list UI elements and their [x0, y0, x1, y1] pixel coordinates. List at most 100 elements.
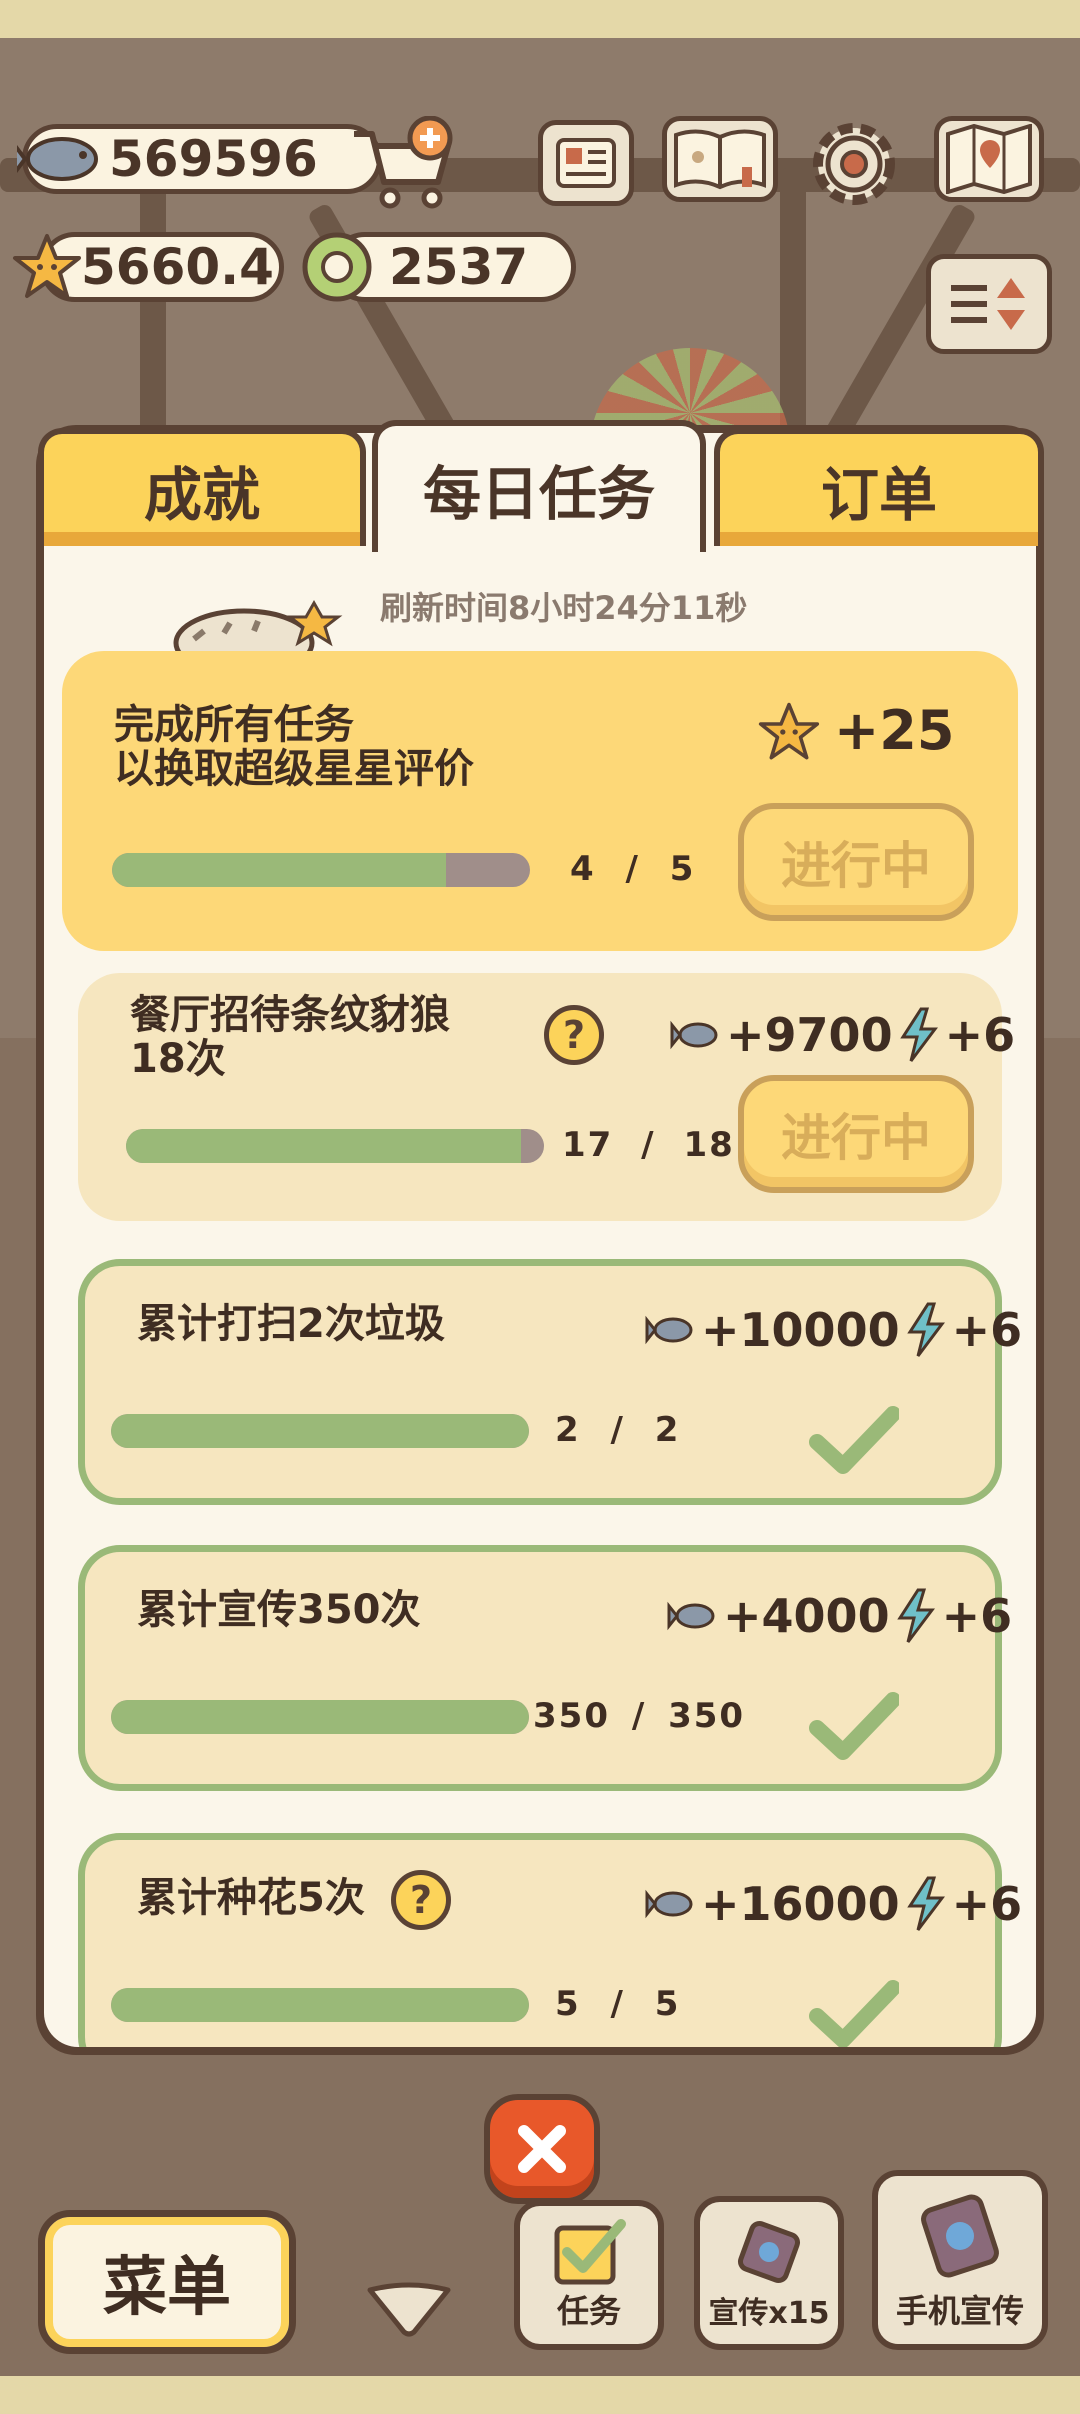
task-progress-value: 5: [555, 1984, 581, 2024]
energy-icon: [899, 1007, 938, 1062]
news-button[interactable]: [538, 120, 634, 206]
task-button[interactable]: 任务: [514, 2200, 664, 2350]
progress-separator: /: [625, 849, 640, 889]
energy-icon: [906, 1302, 945, 1357]
main-task-title: 完成所有任务 以换取超级星星评价: [114, 703, 474, 791]
task-progress-bar: [111, 1988, 529, 2022]
fish-reward-icon: [670, 1020, 718, 1050]
coin-count: 2537: [389, 238, 529, 296]
sort-button[interactable]: [926, 254, 1052, 354]
task-fish-reward: +4000: [723, 1589, 890, 1643]
checkmark-icon: [809, 1692, 899, 1760]
main-task-title-line2: 以换取超级星星评价: [114, 746, 474, 792]
main-task-reward: +25: [834, 699, 955, 762]
fish-counter: 569596: [17, 124, 382, 194]
fish-reward-icon: [667, 1601, 715, 1631]
close-button[interactable]: [484, 2094, 600, 2204]
task-progress-bar: [111, 1700, 529, 1734]
main-task-title-line1: 完成所有任务: [114, 702, 354, 748]
task-progress-total: 350: [668, 1696, 746, 1736]
checkmark-icon: [809, 1406, 899, 1474]
collapse-arrow-button[interactable]: [364, 2280, 454, 2340]
task-progress-total: 5: [654, 1984, 681, 2024]
task-card: 餐厅招待条纹豺狼 18次 ? +9700 +6 17 / 18 进行中: [78, 973, 1015, 1221]
fish-icon: [17, 137, 98, 181]
task-panel: 刷新时间8小时24分11秒 完成所有任务 以换取超级星星评价 +25 4 / 5…: [36, 425, 1044, 2055]
phone-promote-label: 手机宣传: [895, 2292, 1024, 2330]
task-title-line2: 18次: [130, 1036, 226, 1082]
task-progress: 350 / 350: [533, 1696, 745, 1736]
tab-orders[interactable]: 订单: [714, 428, 1044, 546]
cart-icon: [354, 115, 453, 209]
main-task-card: 完成所有任务 以换取超级星星评价 +25 4 / 5 进行中: [62, 651, 1018, 951]
star-icon: [13, 234, 81, 298]
task-energy-reward: +6: [944, 1008, 1016, 1062]
task-progress-value: 17: [562, 1125, 614, 1165]
phone-icon: [921, 2194, 999, 2278]
task-title-line1: 餐厅招待条纹豺狼: [130, 992, 450, 1038]
newspaper-icon: [556, 138, 616, 188]
task-progress-total: 18: [683, 1125, 735, 1165]
promote-button[interactable]: 宣传x15: [694, 2196, 844, 2350]
help-icon[interactable]: ?: [544, 1005, 604, 1065]
checkbox-icon: [554, 2219, 626, 2285]
main-task-progress-total: 5: [669, 849, 696, 889]
phone-promote-button[interactable]: 手机宣传: [872, 2170, 1048, 2350]
main-task-progress-value: 4: [570, 849, 596, 889]
map-button[interactable]: [934, 116, 1044, 202]
flyer-icon: [737, 2220, 801, 2284]
main-task-progress: 4 / 5: [570, 849, 695, 889]
fish-reward-icon: [645, 1889, 693, 1919]
task-energy-reward: +6: [951, 1303, 1023, 1357]
task-energy-reward: +6: [951, 1877, 1023, 1931]
task-progress-value: 2: [555, 1410, 581, 1450]
progress-separator: /: [610, 1410, 625, 1450]
map-icon: [946, 124, 1032, 194]
task-energy-reward: +6: [941, 1589, 1013, 1643]
task-progress: 17 / 18: [562, 1125, 735, 1165]
gear-icon: [813, 123, 895, 205]
progress-separator: /: [631, 1696, 647, 1736]
fish-reward-icon: [645, 1315, 693, 1345]
close-icon: [518, 2125, 566, 2173]
task-button-label: 任务: [556, 2292, 621, 2330]
task-fish-reward: +16000: [701, 1877, 900, 1931]
tab-daily-tasks[interactable]: 每日任务: [372, 420, 706, 552]
task-progress-bar: [111, 1414, 529, 1448]
task-title: 累计宣传350次: [137, 1587, 421, 1633]
task-progress: 5 / 5: [555, 1984, 680, 2024]
task-panel-body: 刷新时间8小时24分11秒 完成所有任务 以换取超级星星评价 +25 4 / 5…: [44, 433, 1036, 2047]
task-fish-reward: +9700: [726, 1008, 893, 1062]
chevron-down-icon: [367, 2282, 451, 2337]
sort-icon: [951, 278, 1025, 330]
main-task-in-progress-button[interactable]: 进行中: [738, 803, 974, 921]
task-card: 累计宣传350次 +4000 +6 350 / 350: [78, 1545, 1012, 1791]
task-progress-bar: [126, 1129, 544, 1163]
task-reward: +9700 +6: [670, 1007, 1015, 1063]
task-reward: +16000 +6: [645, 1876, 1022, 1932]
help-icon[interactable]: ?: [391, 1870, 451, 1930]
main-task-progress-bar: [112, 853, 530, 887]
task-title: 累计种花5次: [137, 1875, 365, 1921]
task-progress: 2 / 2: [555, 1410, 680, 1450]
task-card: 累计打扫2次垃圾 +10000 +6 2 / 2: [78, 1259, 1022, 1505]
task-in-progress-button[interactable]: 进行中: [738, 1075, 974, 1193]
task-progress-total: 2: [654, 1410, 681, 1450]
shop-cart-button[interactable]: [350, 115, 460, 212]
task-title: 累计打扫2次垃圾: [137, 1301, 445, 1347]
progress-separator: /: [641, 1125, 656, 1165]
star-count: 5660.4: [81, 238, 274, 296]
coin-icon: [302, 232, 372, 302]
energy-icon: [896, 1588, 935, 1643]
progress-separator: /: [610, 1984, 625, 2024]
tab-achievements[interactable]: 成就: [38, 428, 366, 546]
energy-icon: [906, 1876, 945, 1931]
catbook-button[interactable]: [662, 116, 778, 202]
menu-label: 菜单: [103, 2251, 231, 2325]
checkmark-icon: [809, 1980, 899, 2047]
task-card: 累计种花5次 ? +16000 +6 5 / 5: [78, 1833, 1022, 2047]
task-reward: +4000 +6: [667, 1588, 1012, 1644]
menu-button[interactable]: 菜单: [38, 2210, 296, 2354]
settings-button[interactable]: [806, 116, 902, 212]
fish-count: 569596: [109, 130, 318, 188]
